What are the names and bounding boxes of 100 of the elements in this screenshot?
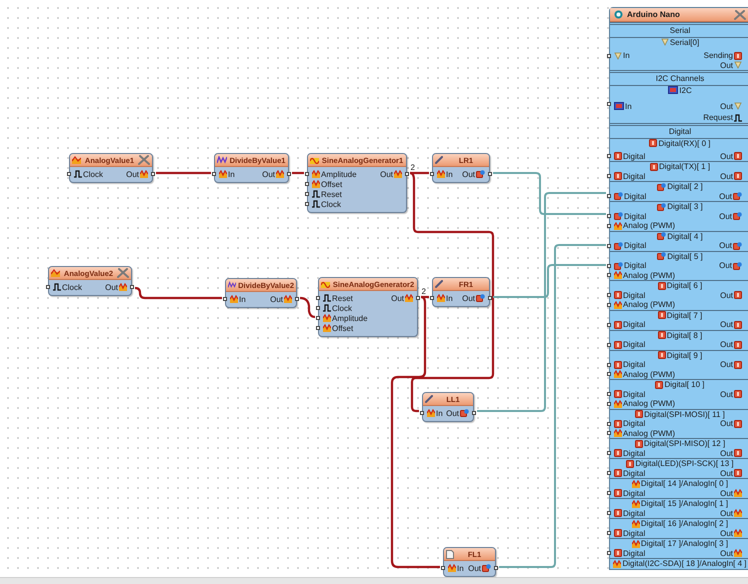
pin-label: Digital <box>623 172 646 181</box>
digital-pin-icon <box>734 340 742 349</box>
pin-connector[interactable] <box>430 172 434 176</box>
pin-label: Digital <box>623 548 646 558</box>
pin-label: Digital <box>623 360 646 370</box>
pin-connector[interactable] <box>212 172 216 176</box>
digital-linked-icon <box>733 192 742 200</box>
digital-linked-icon <box>476 294 485 302</box>
pin-connector[interactable] <box>607 214 611 218</box>
pin-connector[interactable] <box>607 302 611 306</box>
pin-connector[interactable] <box>130 284 134 288</box>
scrollbar[interactable] <box>0 577 748 584</box>
pin-label: Digital <box>623 340 646 350</box>
channel-title: Digital[ 8 ] <box>666 330 702 340</box>
pin-connector[interactable] <box>607 451 611 455</box>
pin-connector[interactable] <box>488 172 492 176</box>
pin-connector[interactable] <box>607 491 611 495</box>
wire[interactable] <box>156 172 211 174</box>
digital-pin-icon <box>734 420 742 428</box>
pin-connector[interactable] <box>607 224 611 228</box>
clock-pulse-icon <box>734 114 742 122</box>
sine-wave-icon <box>321 280 330 288</box>
pin-connector[interactable] <box>316 306 320 310</box>
digital-pin-icon <box>734 390 742 398</box>
pin-connector[interactable] <box>488 296 492 300</box>
pin-label: Out <box>719 241 732 250</box>
wire[interactable] <box>410 172 429 174</box>
pin-connector[interactable] <box>607 342 611 346</box>
pin-label: Reset <box>332 294 353 302</box>
analog-wave-icon <box>312 170 320 178</box>
pin-label: Out <box>720 448 733 458</box>
pin-label: Digital <box>623 448 646 458</box>
pin-connector[interactable] <box>287 172 291 176</box>
pin-connector[interactable] <box>67 172 71 176</box>
pin-connector[interactable] <box>305 202 309 206</box>
pin-connector[interactable] <box>316 316 320 320</box>
board-component[interactable] <box>609 7 748 570</box>
pin-label: Analog (PWM) <box>623 428 676 438</box>
pin-connector[interactable] <box>494 566 498 570</box>
analog-wave-icon <box>614 370 622 378</box>
channel-title: Digital(SPI-MISO)[ 12 ] <box>644 439 726 448</box>
pin-label: Sending <box>704 51 733 60</box>
pin-connector[interactable] <box>472 410 476 414</box>
digital-pin-icon <box>614 469 622 478</box>
wire[interactable] <box>300 296 316 318</box>
digital-pin-icon <box>614 320 622 329</box>
pin-connector[interactable] <box>405 172 409 176</box>
pin-label: Request <box>703 113 733 122</box>
pin-label: Out <box>720 172 733 181</box>
pin-label: Out <box>468 564 481 572</box>
pin-connector[interactable] <box>607 431 611 435</box>
pin-connector[interactable] <box>607 402 611 406</box>
pin-connector[interactable] <box>607 194 611 198</box>
pin-connector[interactable] <box>151 172 155 176</box>
pin-connector[interactable] <box>316 326 320 330</box>
pin-label: Clock <box>321 200 342 208</box>
pin-label: Digital <box>624 261 646 270</box>
pin-connector[interactable] <box>607 174 611 178</box>
pin-connector[interactable] <box>46 284 50 288</box>
pin-connector[interactable] <box>607 54 611 58</box>
pin-connector[interactable] <box>607 264 611 268</box>
wire[interactable] <box>292 172 304 174</box>
pin-connector[interactable] <box>295 296 299 300</box>
pin-connector[interactable] <box>607 322 611 326</box>
digital-pin-icon <box>614 420 622 428</box>
connection-count: 2 <box>422 287 426 296</box>
channel-title: Digital(TX)[ 1 ] <box>658 162 710 172</box>
pin-connector[interactable] <box>607 362 611 366</box>
pin-connector[interactable] <box>607 273 611 277</box>
pin-connector[interactable] <box>607 392 611 396</box>
pin-connector[interactable] <box>416 296 420 300</box>
pin-connector[interactable] <box>420 410 424 414</box>
pin-connector[interactable] <box>223 296 227 300</box>
pin-connector[interactable] <box>316 296 320 300</box>
pin-connector[interactable] <box>305 182 309 186</box>
pin-connector[interactable] <box>607 244 611 248</box>
section-heading: Serial <box>610 22 748 38</box>
pin-connector[interactable] <box>607 422 611 426</box>
pin-connector[interactable] <box>607 531 611 535</box>
channel-title: Serial[0] <box>670 38 700 47</box>
pin-connector[interactable] <box>607 102 611 106</box>
analog-wave-icon <box>437 294 445 302</box>
analog-wave-icon <box>614 429 622 438</box>
pin-connector[interactable] <box>607 551 611 555</box>
wire[interactable] <box>134 286 222 300</box>
pin-connector[interactable] <box>607 293 611 297</box>
pin-connector[interactable] <box>607 154 611 158</box>
pin-connector[interactable] <box>607 471 611 475</box>
pin-connector[interactable] <box>305 172 309 176</box>
pin-label: In <box>446 294 453 302</box>
pin-connector[interactable] <box>607 511 611 515</box>
pin-connector[interactable] <box>305 192 309 196</box>
pin-connector[interactable] <box>441 566 445 570</box>
pin-connector[interactable] <box>430 296 434 300</box>
pin-connector[interactable] <box>607 372 611 376</box>
pin-label: Out <box>720 60 733 70</box>
digital-linked-icon <box>733 212 742 220</box>
analog-wave-icon <box>437 170 445 178</box>
channel-title: Digital(LED)(SPI-SCK)[ 13 ] <box>635 459 734 468</box>
pin-label: Digital <box>623 508 646 518</box>
